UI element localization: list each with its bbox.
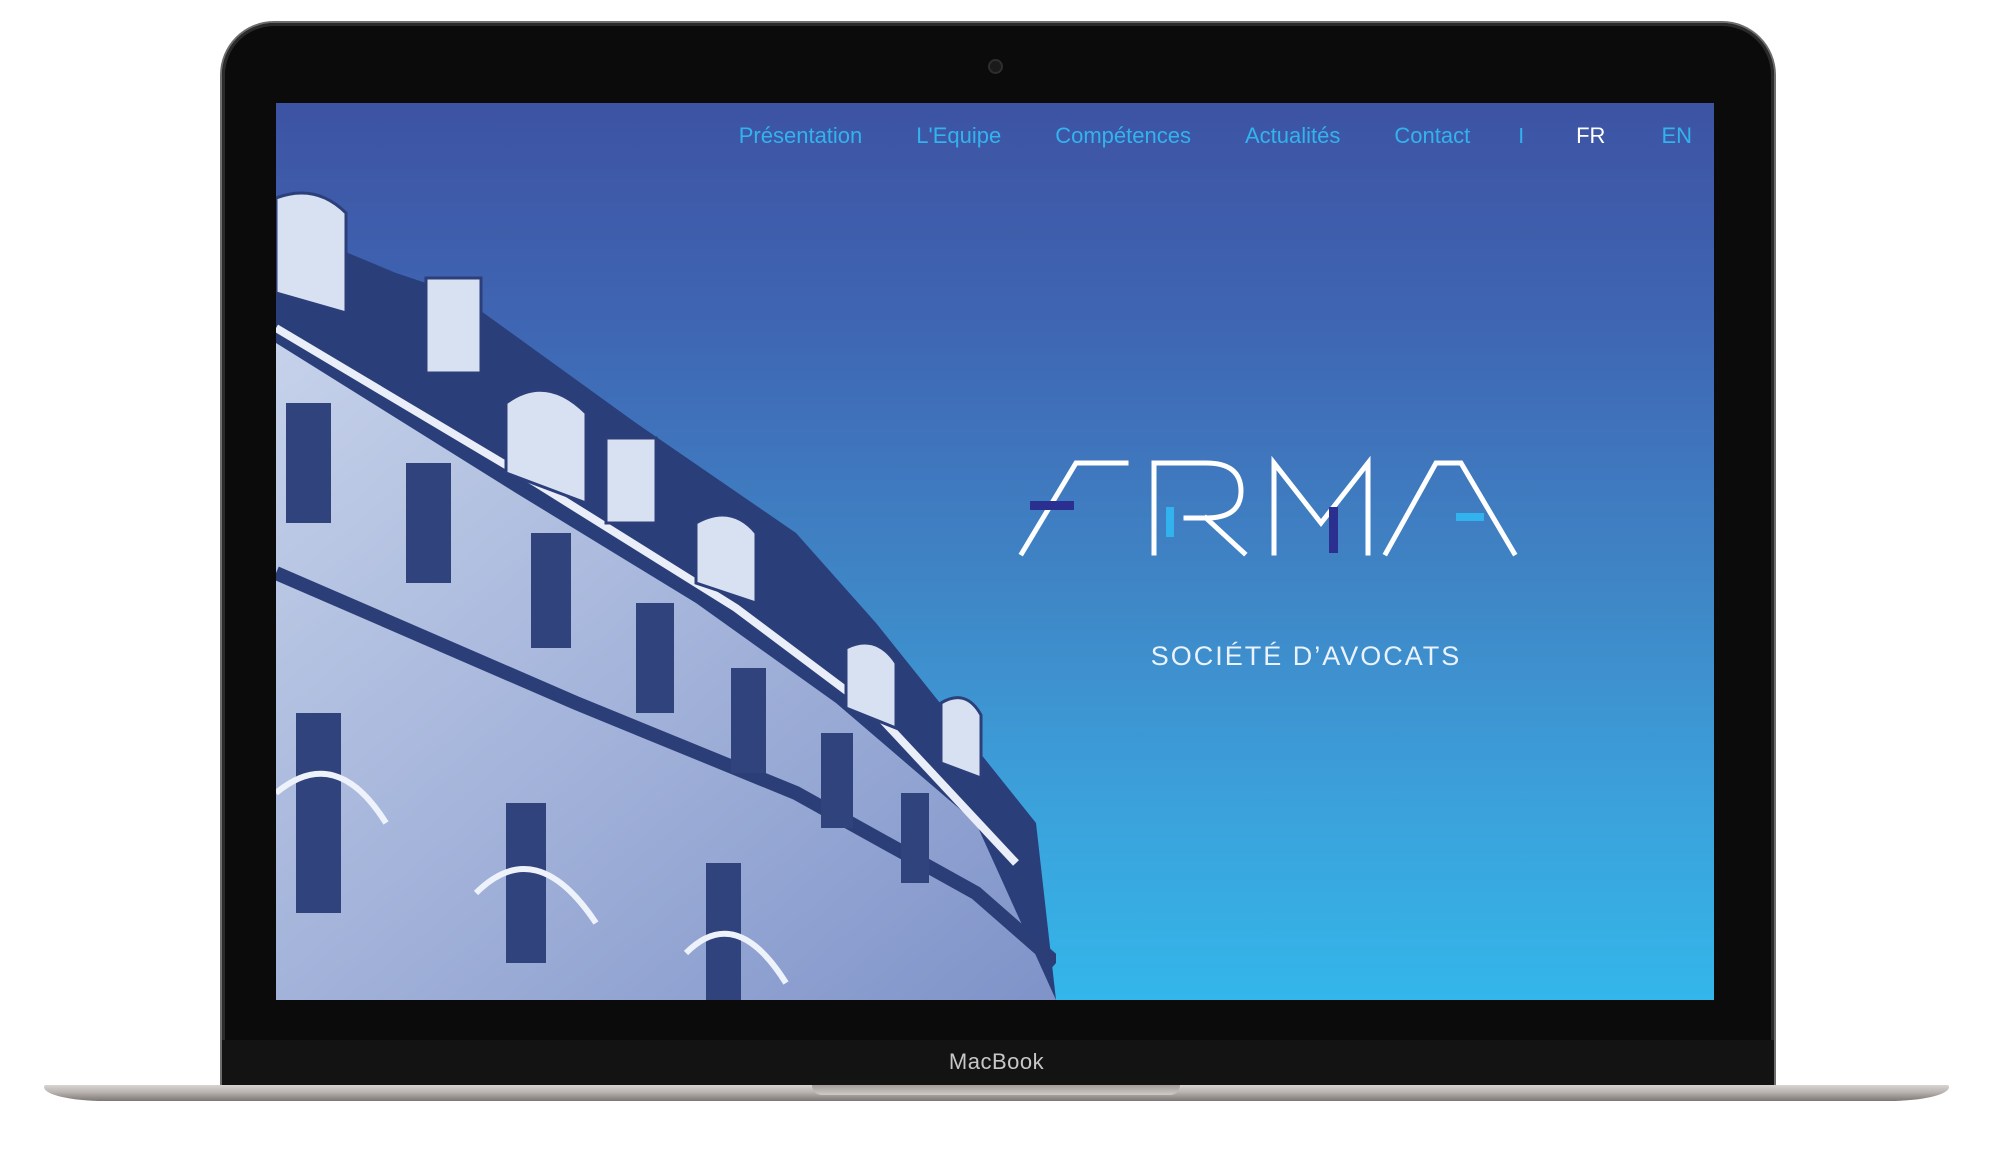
lang-fr-link[interactable]: FR — [1576, 123, 1605, 149]
nav-presentation[interactable]: Présentation — [739, 123, 863, 149]
nav-separator: I — [1518, 124, 1525, 148]
nav-competences[interactable]: Compétences — [1055, 123, 1191, 149]
nav-equipe[interactable]: L'Equipe — [916, 123, 1001, 149]
laptop-hinge-notch — [812, 1085, 1180, 1095]
website-screen: Présentation L'Equipe Compétences Actual… — [276, 103, 1714, 1000]
nav-contact[interactable]: Contact — [1394, 123, 1470, 149]
tagline: SOCIÉTÉ D’AVOCATS — [1150, 641, 1462, 671]
webcam — [990, 61, 1001, 72]
main-nav: Présentation L'Equipe Compétences Actual… — [685, 123, 1692, 149]
macbook-mockup: Présentation L'Equipe Compétences Actual… — [0, 0, 1993, 1150]
building-photo — [276, 191, 1056, 1000]
nav-actualites[interactable]: Actualités — [1245, 123, 1340, 149]
macbook-label: MacBook — [948, 1049, 1045, 1074]
lang-en-link[interactable]: EN — [1661, 123, 1692, 149]
